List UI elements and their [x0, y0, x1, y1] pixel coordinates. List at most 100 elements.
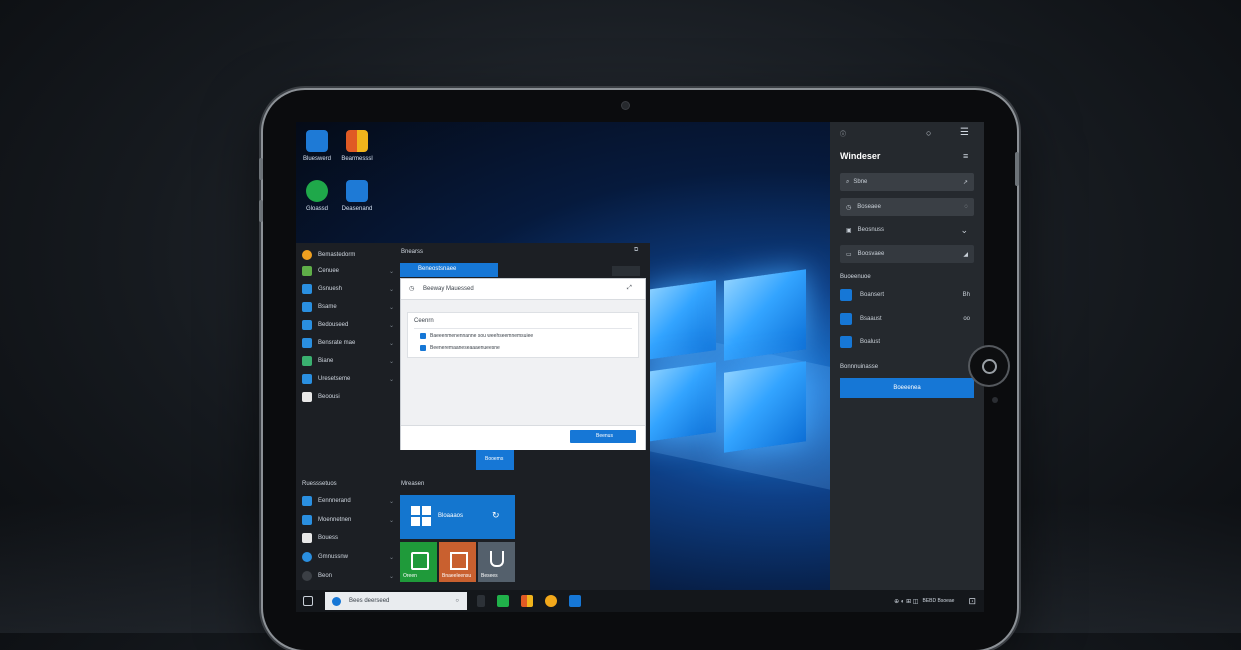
start-list-item[interactable]: Moennetnen ⌄ — [302, 513, 394, 527]
clock-text[interactable]: BEBD Bsoeae — [922, 598, 954, 604]
menu-icon[interactable]: ☰ — [960, 127, 969, 138]
start-list-item[interactable]: Cenuee ⌄ — [302, 264, 394, 278]
close-icon[interactable]: ⧉ — [634, 247, 638, 254]
app-icon — [302, 284, 312, 294]
panel-row[interactable]: ▭ Boosvaee ◢ — [840, 245, 974, 263]
app-icon — [302, 515, 312, 525]
tray-icons[interactable]: ⊕ ◐ ⊞ ◫ — [894, 598, 918, 605]
tile-app[interactable]: Besees — [478, 542, 515, 582]
app-icon — [302, 392, 312, 402]
tile-app[interactable]: Oreen — [400, 542, 437, 582]
expand-icon[interactable]: ⤢ — [627, 285, 632, 292]
store-icon[interactable] — [497, 595, 509, 607]
section-label: Bonnnuinasse — [840, 364, 879, 370]
start-list-item[interactable]: Beoousi — [302, 390, 394, 404]
section-label: Ruesssetuos — [302, 481, 337, 487]
start-list-item[interactable]: Uresetseme ⌄ — [302, 372, 394, 386]
power-button — [1015, 152, 1019, 186]
app-icon — [302, 356, 312, 366]
info-icon: ⓘ — [840, 132, 847, 138]
windows-icon — [411, 506, 431, 526]
taskbar: Bees deerseed ○ ⊕ ◐ ⊞ ◫ BEBD Bsoeae ⊡ — [296, 590, 984, 612]
volume-down-button — [259, 200, 263, 222]
app-icon — [302, 374, 312, 384]
front-camera — [622, 102, 629, 109]
dialog-section: Ceenrn Baeeenmenennanne sou weehseemnems… — [407, 312, 639, 358]
tablet-screen: Blueswerd Bearmesssl Gloassd Deasenand B… — [296, 122, 984, 612]
panel-list-item[interactable]: Boalust — [840, 333, 974, 351]
start-header[interactable]: Bemastedorm — [302, 248, 394, 262]
clock-icon: ◷ — [409, 286, 415, 292]
browser-icon[interactable] — [545, 595, 557, 607]
app-icon — [840, 289, 852, 301]
app-icon — [302, 338, 312, 348]
windows-color-icon — [346, 130, 368, 152]
pane-controls[interactable] — [612, 266, 640, 276]
start-list-item[interactable]: Bedouseed ⌄ — [302, 318, 394, 332]
app-icon — [302, 320, 312, 330]
volume-up-button — [259, 158, 263, 180]
toggle-icon: ◌ — [964, 204, 968, 210]
tile-group-label: Mreasen — [401, 481, 425, 487]
signal-icon: ◢ — [963, 251, 968, 258]
taskbar-search[interactable]: Bees deerseed ○ — [325, 592, 467, 610]
search-icon: ⌕ — [846, 178, 850, 185]
field-icon: ▭ — [846, 251, 852, 258]
dialog-window: ◷ Beeway Mauessed ⤢ Ceenrn Baeeenmenenna… — [400, 278, 646, 450]
panel-title: Windeser — [840, 151, 881, 161]
desktop-icon[interactable]: Deasenand — [322, 180, 392, 213]
panel-list-item[interactable]: Bsaaust oo — [840, 310, 974, 328]
start-list-item[interactable]: Bouess — [302, 531, 394, 545]
floating-blue-button[interactable]: Booems — [476, 448, 514, 470]
panel-primary-button[interactable]: Boeeenea — [840, 378, 974, 398]
app-icon — [302, 552, 312, 562]
desktop-icon[interactable]: Bearmesssl — [322, 130, 392, 163]
start-list-item[interactable]: Gsnuesh ⌄ — [302, 282, 394, 296]
photos-icon[interactable] — [569, 595, 581, 607]
checkbox-icon[interactable] — [420, 345, 426, 351]
tile-windows[interactable]: Bloaaaos ↻ — [400, 495, 515, 539]
pane-title: Bnearss — [401, 249, 424, 255]
user-icon — [302, 250, 312, 260]
office-icon[interactable] — [521, 595, 533, 607]
section-label: Buoeenuoe — [840, 274, 871, 280]
start-list-item[interactable]: Beon ⌄ — [302, 569, 394, 583]
start-icon[interactable] — [303, 596, 313, 606]
app-icon — [302, 266, 312, 276]
chevron-down-icon: ⌄ — [960, 224, 968, 235]
windows-logo — [646, 267, 806, 457]
cortana-icon — [332, 596, 341, 606]
dialog-titlebar: ◷ Beeway Mauessed ⤢ — [401, 279, 645, 300]
refresh-icon: ↻ — [492, 510, 500, 520]
sensor-dot — [992, 397, 998, 403]
app-icon — [450, 552, 468, 570]
app-icon — [411, 552, 429, 570]
mic-icon: ○ — [455, 598, 459, 604]
home-button[interactable] — [970, 347, 1008, 385]
panel-search[interactable]: ⌕ Sbne ↗ — [840, 173, 974, 191]
notification-icon[interactable]: ⊡ — [968, 596, 976, 607]
start-list-item[interactable]: Bensrate mae ⌄ — [302, 336, 394, 350]
start-list-item[interactable]: Biane ⌄ — [302, 354, 394, 368]
doc-icon: ▣ — [846, 227, 852, 234]
panel-row[interactable]: ◷ Boseaee ◌ — [840, 198, 974, 216]
attachment-icon — [490, 551, 504, 567]
ok-button[interactable]: Beenus — [570, 430, 636, 443]
start-list-item[interactable]: Gmnussnw ⌄ — [302, 550, 394, 564]
hamburger-icon[interactable]: ≡ — [963, 151, 968, 161]
start-list-item[interactable]: Bsame ⌄ — [302, 300, 394, 314]
arrow-icon: ↗ — [962, 179, 968, 186]
tile-app[interactable]: Bnaeeleensu — [439, 542, 476, 582]
globe-blue-icon — [346, 180, 368, 202]
app-icon — [302, 302, 312, 312]
checkbox-icon[interactable] — [420, 333, 426, 339]
pane-tab[interactable]: Beneostsnaee — [400, 263, 498, 277]
clock-icon: ◷ — [846, 204, 852, 211]
circle-icon[interactable]: ○ — [926, 128, 931, 138]
power-icon — [302, 571, 312, 581]
action-center-panel: ⓘ ○ ☰ Windeser ≡ ⌕ Sbne ↗ ◷ Boseaee ◌ ▣ … — [830, 122, 984, 590]
panel-list-item[interactable]: Boansert Bh — [840, 286, 974, 304]
task-view-icon[interactable] — [477, 595, 485, 607]
start-list-item[interactable]: Eennnerand ⌄ — [302, 494, 394, 508]
panel-row[interactable]: ▣ Beosnuss ⌄ — [840, 221, 974, 239]
